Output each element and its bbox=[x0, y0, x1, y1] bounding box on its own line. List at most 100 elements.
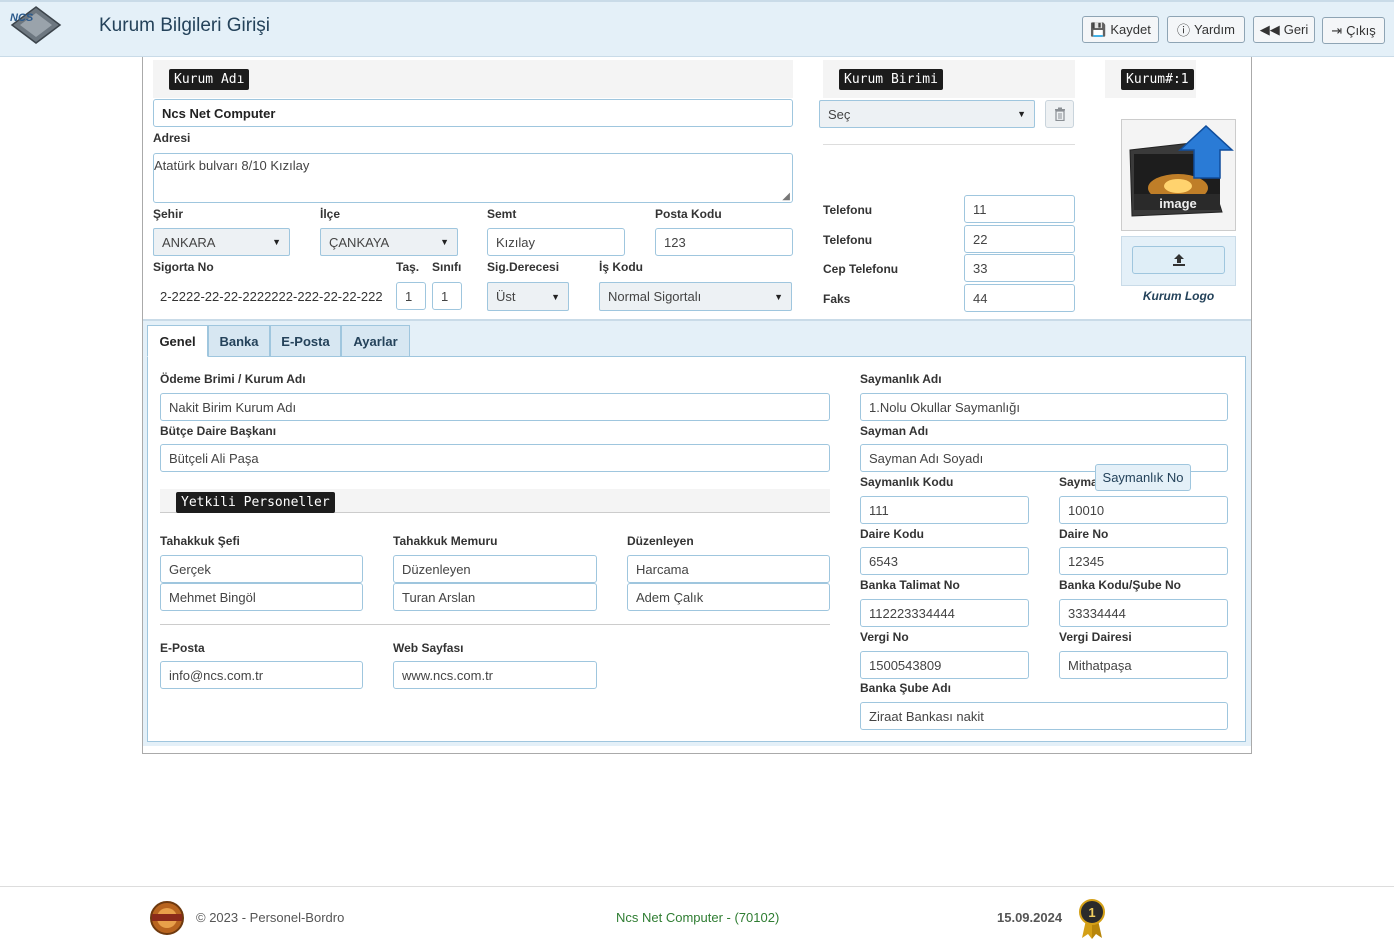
dept-code-label: Daire Kodu bbox=[860, 527, 925, 541]
emblem-icon bbox=[148, 900, 186, 936]
tab-banka[interactable]: Banka bbox=[208, 325, 270, 357]
editor-input-2[interactable]: Adem Çalık bbox=[627, 583, 830, 611]
accounting-office-code-label: Saymanlık Kodu bbox=[860, 475, 954, 489]
award-badge-icon: 1 bbox=[1078, 898, 1106, 940]
bank-order-label: Banka Talimat No bbox=[860, 578, 960, 592]
accrual-chief-label: Tahakkuk Şefi bbox=[160, 534, 240, 548]
tab-ayarlar[interactable]: Ayarlar bbox=[341, 325, 410, 357]
chevron-down-icon: ▼ bbox=[272, 237, 281, 247]
city-label: Şehir bbox=[153, 207, 184, 221]
accounting-office-name-input[interactable]: 1.Nolu Okullar Saymanlığı bbox=[860, 393, 1228, 421]
svg-text:NCS: NCS bbox=[10, 12, 34, 24]
accrual-chief-input-2[interactable]: Mehmet Bingöl bbox=[160, 583, 363, 611]
insurance-degree-select[interactable]: Üst ▼ bbox=[487, 282, 569, 311]
neighborhood-input[interactable]: Kızılay bbox=[487, 228, 625, 256]
address-label: Adresi bbox=[153, 131, 191, 145]
personnel-divider bbox=[160, 624, 830, 625]
phone2-label: Telefonu bbox=[823, 233, 873, 247]
accounting-office-name-label: Saymanlık Adı bbox=[860, 372, 942, 386]
exit-button[interactable]: ⇥ Çıkış bbox=[1322, 17, 1385, 44]
institution-name-input[interactable]: Ncs Net Computer bbox=[153, 99, 793, 127]
unit-header: Kurum Birimi bbox=[839, 69, 943, 90]
job-code-select[interactable]: Normal Sigortalı ▼ bbox=[599, 282, 792, 311]
postal-code-label: Posta Kodu bbox=[655, 207, 722, 221]
insurance-degree-label: Sig.Derecesi bbox=[487, 260, 560, 274]
dept-no-label: Daire No bbox=[1059, 527, 1109, 541]
save-button[interactable]: 💾 Kaydet bbox=[1082, 16, 1159, 43]
accrual-officer-input-2[interactable]: Turan Arslan bbox=[393, 583, 597, 611]
page-title: Kurum Bilgileri Girişi bbox=[99, 15, 271, 36]
chevron-down-icon: ▼ bbox=[440, 237, 449, 247]
sign-out-icon: ⇥ bbox=[1331, 22, 1343, 38]
chevron-down-icon: ▼ bbox=[774, 291, 783, 302]
accounting-office-no-input[interactable]: 10010 bbox=[1059, 496, 1228, 524]
insurance-no-value[interactable]: 2-2222-22-22-2222222-222-22-22-222 bbox=[160, 289, 383, 304]
chevron-down-icon: ▼ bbox=[551, 291, 560, 302]
fax-input[interactable]: 44 bbox=[964, 284, 1075, 312]
bank-order-input[interactable]: 112223334444 bbox=[860, 599, 1029, 627]
budget-head-label: Bütçe Daire Başkanı bbox=[160, 424, 277, 438]
institution-name-header: Kurum Adı bbox=[169, 69, 250, 90]
phone1-label: Telefonu bbox=[823, 203, 873, 217]
bank-code-label: Banka Kodu/Şube No bbox=[1059, 578, 1182, 592]
tab-genel[interactable]: Genel bbox=[147, 325, 208, 357]
bank-code-input[interactable]: 33334444 bbox=[1059, 599, 1228, 627]
district-label: İlçe bbox=[320, 207, 341, 221]
unit-divider bbox=[823, 144, 1075, 145]
insurance-no-label: Sigorta No bbox=[153, 260, 214, 274]
chevron-down-icon: ▼ bbox=[1017, 109, 1026, 119]
class-label: Sınıfı bbox=[432, 260, 462, 274]
address-textarea[interactable]: Atatürk bulvarı 8/10 Kızılay ◢ bbox=[153, 153, 793, 203]
accrual-chief-input-1[interactable]: Gerçek bbox=[160, 555, 363, 583]
tax-no-input[interactable]: 1500543809 bbox=[860, 651, 1029, 679]
svg-text:1: 1 bbox=[1088, 905, 1095, 920]
tas-label: Taş. bbox=[396, 260, 420, 274]
accounting-office-code-input[interactable]: 111 bbox=[860, 496, 1029, 524]
upload-icon bbox=[1172, 254, 1185, 266]
accrual-officer-label: Tahakkuk Memuru bbox=[393, 534, 498, 548]
resize-handle-icon[interactable]: ◢ bbox=[782, 191, 790, 202]
postal-code-input[interactable]: 123 bbox=[655, 228, 793, 256]
help-button[interactable]: ⓘ Yardım bbox=[1167, 16, 1245, 43]
tax-office-input[interactable]: Mithatpaşa bbox=[1059, 651, 1228, 679]
budget-head-input[interactable]: Bütçeli Ali Paşa bbox=[160, 444, 830, 472]
upload-logo-button[interactable] bbox=[1132, 246, 1225, 274]
bank-branch-label: Banka Şube Adı bbox=[860, 681, 951, 695]
neighborhood-label: Semt bbox=[487, 207, 517, 221]
editor-input-1[interactable]: Harcama bbox=[627, 555, 830, 583]
logo-caption: Kurum Logo bbox=[1142, 289, 1215, 303]
svg-text:image: image bbox=[1159, 196, 1197, 211]
phone1-input[interactable]: 11 bbox=[964, 195, 1075, 223]
accrual-officer-input-1[interactable]: Düzenleyen bbox=[393, 555, 597, 583]
authorized-personnel-header: Yetkili Personeller bbox=[176, 492, 335, 513]
tas-input[interactable]: 1 bbox=[396, 282, 426, 310]
dept-no-input[interactable]: 12345 bbox=[1059, 547, 1228, 575]
email-input[interactable]: info@ncs.com.tr bbox=[160, 661, 363, 689]
bank-branch-input[interactable]: Ziraat Bankası nakit bbox=[860, 702, 1228, 730]
institution-id-label: Kurum#:1 bbox=[1121, 69, 1194, 90]
tab-e-posta[interactable]: E-Posta bbox=[270, 325, 341, 357]
payment-unit-label: Ödeme Brimi / Kurum Adı bbox=[160, 372, 306, 386]
tax-office-label: Vergi Dairesi bbox=[1059, 630, 1132, 644]
web-label: Web Sayfası bbox=[393, 641, 464, 655]
app-logo[interactable]: NCS bbox=[10, 5, 62, 45]
dept-code-input[interactable]: 6543 bbox=[860, 547, 1029, 575]
web-input[interactable]: www.ncs.com.tr bbox=[393, 661, 597, 689]
mobile-input[interactable]: 33 bbox=[964, 254, 1075, 282]
payment-unit-input[interactable]: Nakit Birim Kurum Adı bbox=[160, 393, 830, 421]
unit-select[interactable]: Seç ▼ bbox=[819, 100, 1035, 128]
accounting-office-no-label: Sayma bbox=[1059, 475, 1098, 489]
district-select[interactable]: ÇANKAYA ▼ bbox=[320, 228, 458, 256]
back-button[interactable]: ◀◀ Geri bbox=[1253, 16, 1315, 43]
accountant-name-label: Sayman Adı bbox=[860, 424, 929, 438]
floppy-icon: 💾 bbox=[1090, 21, 1107, 37]
rewind-icon: ◀◀ bbox=[1259, 21, 1280, 37]
class-input[interactable]: 1 bbox=[432, 282, 462, 310]
email-label: E-Posta bbox=[160, 641, 205, 655]
logo-image-placeholder: image bbox=[1121, 119, 1236, 231]
city-select[interactable]: ANKARA ▼ bbox=[153, 228, 290, 256]
delete-unit-button[interactable] bbox=[1045, 100, 1074, 128]
editor-label: Düzenleyen bbox=[627, 534, 694, 548]
phone2-input[interactable]: 22 bbox=[964, 225, 1075, 253]
footer-copyright: © 2023 - Personel-Bordro bbox=[196, 910, 345, 925]
